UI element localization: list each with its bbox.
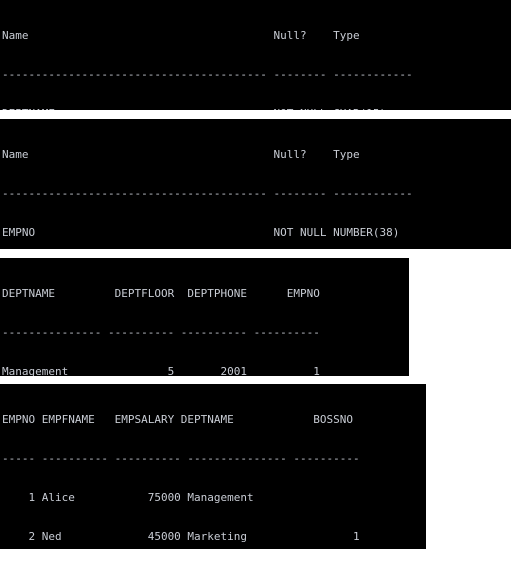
table-row: DEPTNAME NOT NULL CHAR(15) (2, 107, 511, 110)
table-row: 2 Ned 45000 Marketing 1 (2, 530, 360, 543)
header-separator-row: ----------------------------------------… (2, 68, 413, 81)
header-separator-row: --------------- ---------- ---------- --… (2, 326, 320, 339)
column-header-row: DEPTNAME DEPTFLOOR DEPTPHONE EMPNO (2, 287, 320, 300)
table-row: EMPNO NOT NULL NUMBER(38) (2, 226, 400, 239)
employee-query-result: EMPNO EMPFNAME EMPSALARY DEPTNAME BOSSNO… (0, 384, 426, 549)
header-separator-row: ----- ---------- ---------- ------------… (2, 452, 360, 465)
describe-employee-output: Name Null? Type ------------------------… (0, 119, 511, 249)
column-header-row: Name Null? Type (2, 29, 360, 42)
table-row: 1 Alice 75000 Management (2, 491, 254, 504)
department-query-result: DEPTNAME DEPTFLOOR DEPTPHONE EMPNO -----… (0, 258, 409, 376)
column-header-row: EMPNO EMPFNAME EMPSALARY DEPTNAME BOSSNO (2, 413, 353, 426)
describe-department-output: Name Null? Type ------------------------… (0, 0, 511, 110)
header-separator-row: ----------------------------------------… (2, 187, 413, 200)
table-row: Management 5 2001 1 (2, 365, 320, 376)
column-header-row: Name Null? Type (2, 148, 360, 161)
